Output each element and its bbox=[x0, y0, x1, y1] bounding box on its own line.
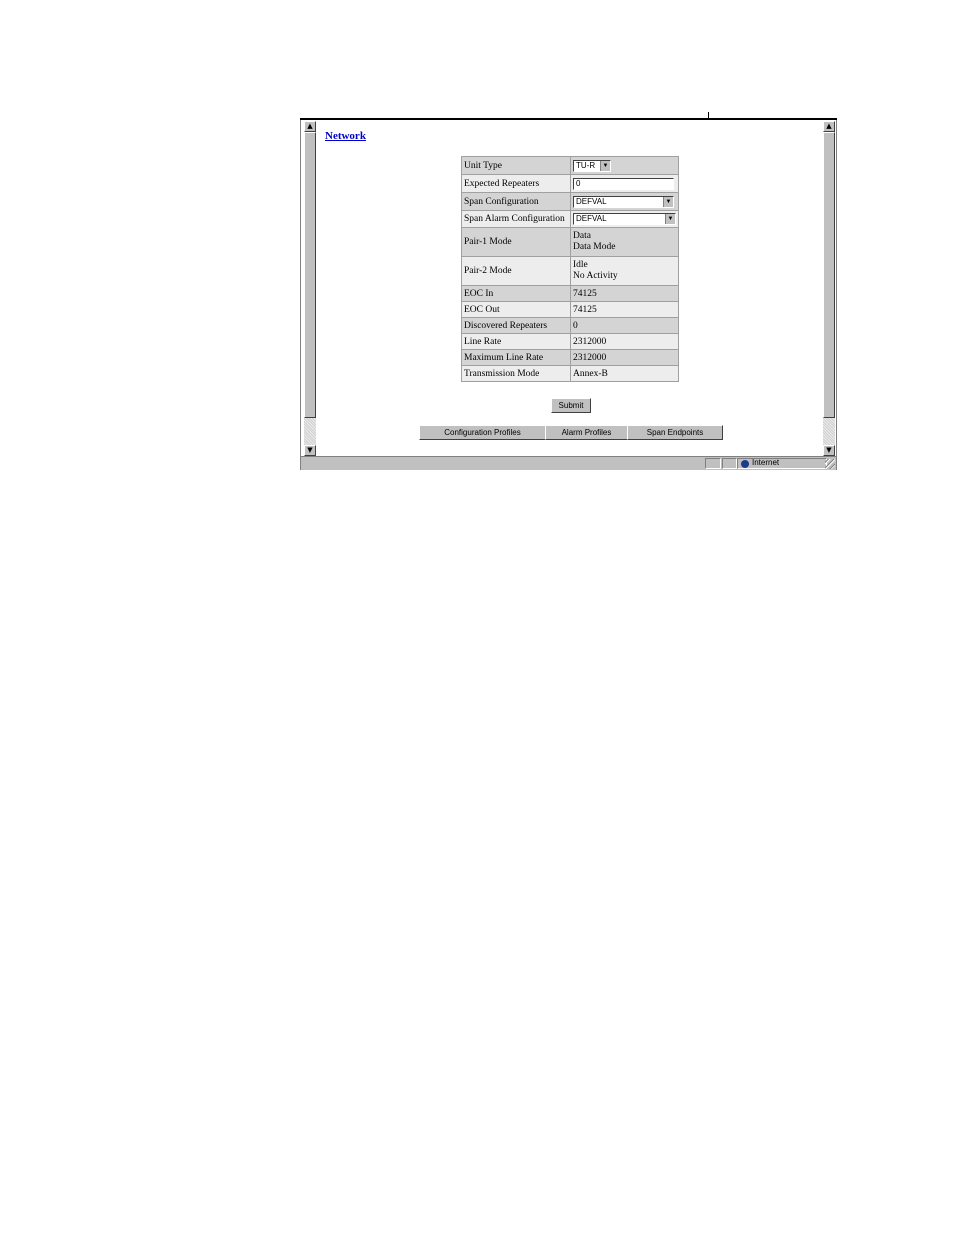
pair-2-mode-detail: No Activity bbox=[573, 271, 618, 281]
network-link[interactable]: Network bbox=[325, 130, 366, 142]
span-alarm-configuration-value: DEFVAL bbox=[576, 214, 607, 223]
table-row: EOC In 74125 bbox=[461, 285, 679, 302]
table-row: Maximum Line Rate 2312000 bbox=[461, 349, 679, 366]
browser-window: ▲ ▼ ▲ ▼ Network Unit Type TU-R ▼ Expected… bbox=[300, 112, 837, 471]
span-endpoints-button[interactable]: Span Endpoints bbox=[627, 425, 723, 440]
left-scroll-down-icon[interactable]: ▼ bbox=[304, 445, 316, 456]
row-value: Idle No Activity bbox=[570, 256, 679, 286]
span-alarm-configuration-select[interactable]: DEFVAL ▼ bbox=[573, 213, 676, 225]
status-cell bbox=[722, 458, 737, 469]
globe-icon bbox=[741, 460, 749, 468]
zone-label: Internet bbox=[752, 458, 780, 467]
row-label: Unit Type bbox=[461, 156, 571, 175]
row-label: Pair-1 Mode bbox=[461, 227, 571, 257]
row-label: Span Alarm Configuration bbox=[461, 210, 571, 228]
configuration-profiles-button[interactable]: Configuration Profiles bbox=[419, 425, 546, 440]
unit-type-value: TU-R bbox=[576, 160, 596, 170]
resize-grip-icon[interactable] bbox=[825, 459, 835, 469]
table-row: Discovered Repeaters 0 bbox=[461, 317, 679, 334]
row-value: Data Data Mode bbox=[570, 227, 679, 257]
pair-1-mode-value: Data bbox=[573, 231, 591, 241]
chevron-down-icon[interactable]: ▼ bbox=[663, 196, 673, 207]
table-row: Line Rate 2312000 bbox=[461, 333, 679, 350]
status-cell bbox=[705, 458, 721, 469]
window-left-edge bbox=[300, 120, 301, 470]
table-row: Transmission Mode Annex-B bbox=[461, 365, 679, 382]
divider-tick bbox=[708, 112, 709, 119]
chevron-down-icon[interactable]: ▼ bbox=[665, 214, 675, 224]
status-bar: Internet bbox=[301, 456, 836, 470]
row-label: Transmission Mode bbox=[461, 365, 571, 382]
table-row: Span Alarm Configuration DEFVAL ▼ bbox=[461, 210, 679, 228]
zone-cell bbox=[737, 458, 827, 469]
row-value: DEFVAL ▼ bbox=[570, 210, 679, 228]
row-label: Line Rate bbox=[461, 333, 571, 350]
expected-repeaters-input[interactable]: 0 bbox=[573, 177, 674, 190]
submit-button[interactable]: Submit bbox=[551, 398, 591, 413]
window-right-edge bbox=[836, 120, 837, 470]
left-scroll-up-icon[interactable]: ▲ bbox=[304, 121, 316, 132]
table-row: Expected Repeaters 0 bbox=[461, 174, 679, 193]
parameters-table: Unit Type TU-R ▼ Expected Repeaters 0 Spa… bbox=[461, 156, 679, 382]
table-row: Pair-1 Mode Data Data Mode bbox=[461, 227, 679, 257]
pair-1-mode-detail: Data Mode bbox=[573, 242, 616, 252]
row-value: 2312000 bbox=[570, 333, 679, 350]
row-value: DEFVAL ▼ bbox=[570, 192, 679, 211]
alarm-profiles-button[interactable]: Alarm Profiles bbox=[545, 425, 628, 440]
row-label: Expected Repeaters bbox=[461, 174, 571, 193]
right-scroll-up-icon[interactable]: ▲ bbox=[823, 121, 835, 132]
table-row: Span Configuration DEFVAL ▼ bbox=[461, 192, 679, 211]
row-label: Pair-2 Mode bbox=[461, 256, 571, 286]
row-label: EOC Out bbox=[461, 301, 571, 318]
table-row: EOC Out 74125 bbox=[461, 301, 679, 318]
row-value: 74125 bbox=[570, 285, 679, 302]
left-scrollbar-thumb[interactable] bbox=[304, 132, 316, 418]
row-label: Maximum Line Rate bbox=[461, 349, 571, 366]
row-value: 0 bbox=[570, 174, 679, 193]
row-label: Span Configuration bbox=[461, 192, 571, 211]
span-configuration-value: DEFVAL bbox=[576, 196, 607, 206]
table-row: Unit Type TU-R ▼ bbox=[461, 156, 679, 175]
right-scrollbar-thumb[interactable] bbox=[823, 132, 835, 418]
chevron-down-icon[interactable]: ▼ bbox=[600, 160, 610, 171]
table-row: Pair-2 Mode Idle No Activity bbox=[461, 256, 679, 286]
row-label: EOC In bbox=[461, 285, 571, 302]
right-scroll-down-icon[interactable]: ▼ bbox=[823, 445, 835, 456]
row-value: 2312000 bbox=[570, 349, 679, 366]
pair-2-mode-value: Idle bbox=[573, 260, 588, 270]
unit-type-select[interactable]: TU-R ▼ bbox=[573, 159, 611, 172]
span-configuration-select[interactable]: DEFVAL ▼ bbox=[573, 195, 674, 208]
left-scrollbar[interactable]: ▲ ▼ bbox=[304, 121, 316, 456]
row-value: 74125 bbox=[570, 301, 679, 318]
row-value: TU-R ▼ bbox=[570, 156, 679, 175]
window-top-border bbox=[300, 118, 837, 120]
row-value: 0 bbox=[570, 317, 679, 334]
row-value: Annex-B bbox=[570, 365, 679, 382]
row-label: Discovered Repeaters bbox=[461, 317, 571, 334]
right-scrollbar[interactable]: ▲ ▼ bbox=[823, 121, 835, 456]
